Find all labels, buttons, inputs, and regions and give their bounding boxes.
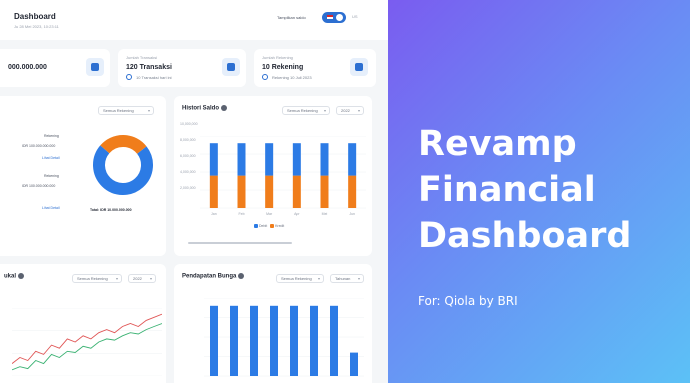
top-bar: Dashboard Ju 28 Mei 2023, 10:23:11 Tampi… xyxy=(0,0,388,40)
bar xyxy=(350,352,358,376)
info-icon xyxy=(18,273,25,279)
donut-chart xyxy=(93,135,153,195)
toggle-knob xyxy=(336,14,343,21)
bar xyxy=(250,305,258,376)
year-select[interactable]: 2022 ▾ xyxy=(128,274,156,283)
detail-link[interactable]: Lihat Detail xyxy=(42,156,60,160)
chart-icon xyxy=(126,74,132,80)
receipt-icon xyxy=(222,58,240,76)
x-tick: Jun xyxy=(349,212,355,216)
y-tick: 10,000,000 xyxy=(180,122,198,126)
dashboard-preview: Dashboard Ju 28 Mei 2023, 10:23:11 Tampi… xyxy=(0,0,388,383)
info-icon xyxy=(238,273,245,279)
series-line xyxy=(12,313,162,364)
chart-legend: Debit Kredit xyxy=(254,224,284,229)
donut-slice xyxy=(93,145,153,195)
bar-debit xyxy=(209,143,218,176)
card-title: Pendapatan Bunga xyxy=(182,273,245,280)
bar-debit xyxy=(348,143,357,176)
currency-option[interactable]: US xyxy=(352,14,358,19)
bar-kredit xyxy=(320,175,329,208)
bar-kredit xyxy=(265,175,274,208)
interest-income-card: Pendapatan Bunga Semua Rekening ▾ Tahunan… xyxy=(174,264,372,383)
stat-transactions: Jumlah Transaksi 120 Transaksi 10 Transa… xyxy=(118,49,246,87)
row-label: Rekening xyxy=(44,174,59,178)
stat-value: 000.000.000 xyxy=(8,64,47,71)
stat-value: 10 Rekening xyxy=(262,64,304,71)
page-title: Dashboard xyxy=(14,12,56,21)
client-line: For: Qiola by BRI xyxy=(418,294,518,308)
headline-line: Revamp xyxy=(418,124,577,164)
x-tick: Mei xyxy=(322,212,328,216)
x-tick: Apr xyxy=(294,212,300,216)
bar-kredit xyxy=(237,175,246,208)
account-select[interactable]: Semua Rekening ▾ xyxy=(276,274,324,283)
bar xyxy=(270,305,278,376)
bar xyxy=(310,305,318,376)
bar xyxy=(210,305,218,376)
bar-kredit xyxy=(348,175,357,208)
stat-accounts: Jumlah Rekening 10 Rekening Rekening 10 … xyxy=(254,49,376,87)
bar xyxy=(330,305,338,376)
page-date: Ju 28 Mei 2023, 10:23:11 xyxy=(14,24,59,29)
card-title: Histori Saldo xyxy=(182,105,228,112)
stat-label: Jumlah Transaksi xyxy=(126,55,158,60)
stat-total-balance: 000.000.000 xyxy=(0,49,110,87)
bar xyxy=(290,305,298,376)
account-select[interactable]: Semua Rekening ▾ xyxy=(72,274,122,283)
stat-value: 120 Transaksi xyxy=(126,64,172,71)
x-tick: Mar xyxy=(266,212,273,216)
y-tick: 2,000,000 xyxy=(180,186,196,190)
bar-kredit xyxy=(209,175,218,208)
row-amount: IDR 100.000.000.000 xyxy=(22,144,56,148)
title-banner: Revamp Financial Dashboard For: Qiola by… xyxy=(388,0,690,383)
card-icon xyxy=(350,58,368,76)
calendar-icon xyxy=(262,74,268,80)
mutation-card: ukal Semua Rekening ▾ 2022 ▾ xyxy=(0,264,166,383)
year-select[interactable]: 2022 ▾ xyxy=(336,106,364,115)
balance-toggle-label: Tampilkan saldo xyxy=(277,15,306,20)
headline-line: Dashboard xyxy=(418,216,632,256)
y-tick: 4,000,000 xyxy=(180,170,196,174)
stat-sub: 10 Transaksi hari ini xyxy=(136,75,172,80)
detail-link[interactable]: Lihat Detail xyxy=(42,206,60,210)
flag-icon xyxy=(327,15,333,19)
card-title: ukal xyxy=(4,273,25,280)
bar-kredit xyxy=(292,175,301,208)
mutation-line-chart xyxy=(12,308,162,376)
x-tick: Feb xyxy=(238,212,244,216)
period-select[interactable]: Tahunan ▾ xyxy=(330,274,364,283)
stat-label: Jumlah Rekening xyxy=(262,55,293,60)
y-tick: 8,000,000 xyxy=(180,138,196,142)
x-tick: Jan xyxy=(211,212,217,216)
donut-total: Total: IDR 10.000.000.000 xyxy=(90,208,132,212)
bar xyxy=(230,305,238,376)
bar-debit xyxy=(237,143,246,176)
bar-debit xyxy=(265,143,274,176)
account-select[interactable]: Semua Rekening ▾ xyxy=(98,106,154,115)
composition-card: Semua Rekening ▾ Rekening IDR 100.000.000… xyxy=(0,96,166,256)
row-label: Rekening xyxy=(44,134,59,138)
headline-line: Financial xyxy=(418,170,596,210)
account-select[interactable]: Semua Rekening ▾ xyxy=(282,106,330,115)
donut-slice xyxy=(100,135,147,155)
wallet-icon xyxy=(86,58,104,76)
balance-history-card: Histori Saldo Semua Rekening ▾ 2022 ▾ 10,0… xyxy=(174,96,372,256)
y-tick: 6,000,000 xyxy=(180,154,196,158)
info-icon xyxy=(221,105,228,111)
bar-debit xyxy=(292,143,301,176)
stat-sub: Rekening 10 Juli 2023 xyxy=(272,75,312,80)
headline: Revamp Financial Dashboard xyxy=(418,121,678,259)
balance-toggle[interactable] xyxy=(322,12,346,23)
interest-bar-chart xyxy=(204,298,364,377)
horizontal-scrollbar[interactable] xyxy=(188,242,292,244)
row-amount: IDR 100.000.000.000 xyxy=(22,184,56,188)
bar-debit xyxy=(320,143,329,176)
balance-history-chart: Jan Feb Mar Apr Mei Jun xyxy=(200,136,366,216)
